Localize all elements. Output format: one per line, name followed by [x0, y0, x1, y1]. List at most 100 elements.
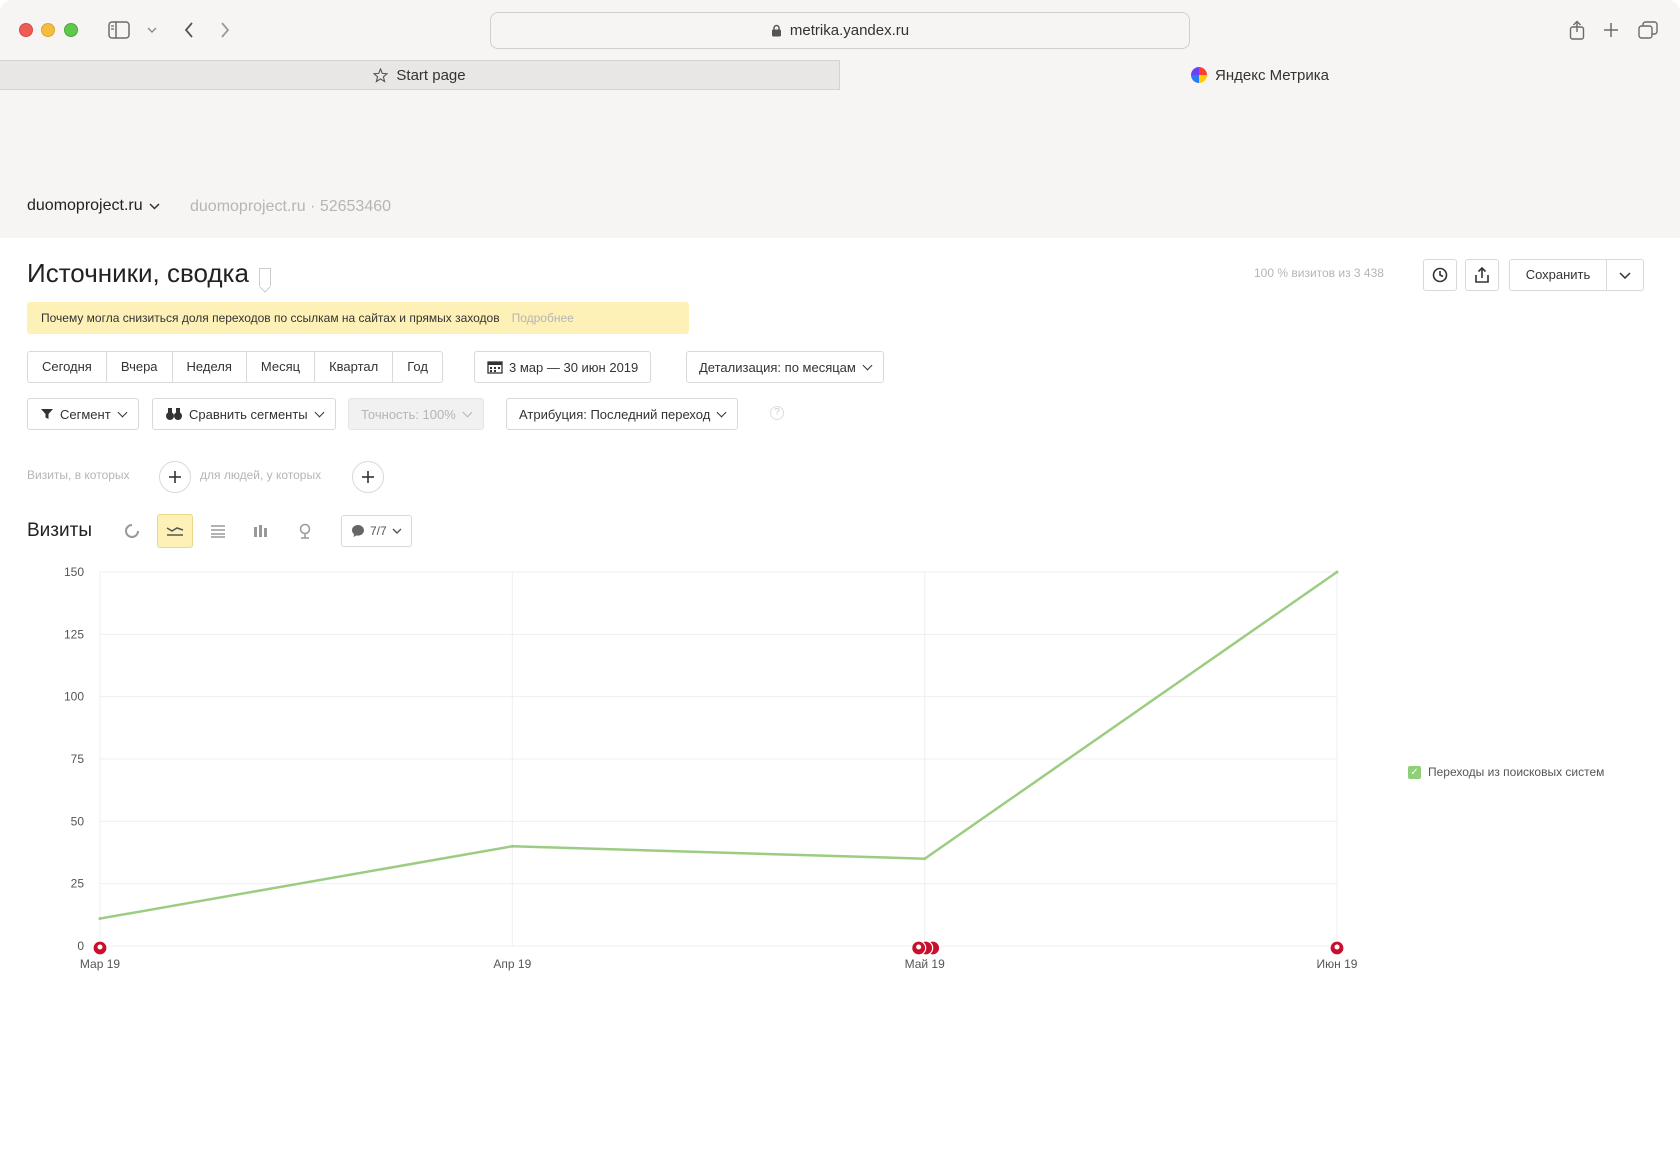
site-header: duomoproject.ru duomoproject.ru · 526534…	[0, 90, 1680, 238]
period-quarter[interactable]: Квартал	[315, 352, 394, 382]
history-button[interactable]	[1423, 259, 1457, 291]
plus-icon	[362, 471, 374, 483]
segment-dropdown[interactable]: Сегмент	[27, 398, 139, 430]
chevron-down-icon[interactable]	[145, 18, 159, 42]
accuracy-text: Точность: 100%	[361, 406, 456, 422]
save-label: Сохранить	[1510, 260, 1607, 290]
attribution-text: Атрибуция: Последний переход	[519, 406, 711, 422]
tab-start-page[interactable]: Start page	[0, 60, 840, 90]
minimize-window-button[interactable]	[41, 23, 55, 37]
period-today[interactable]: Сегодня	[28, 352, 107, 382]
bar-chart-icon	[254, 525, 267, 537]
note-marker-dot	[916, 944, 922, 950]
chart-legend[interactable]: ✓ Переходы из поисковых систем	[1408, 765, 1604, 779]
period-presets: Сегодня Вчера Неделя Месяц Квартал Год	[27, 351, 443, 383]
site-selector[interactable]: duomoproject.ru	[27, 197, 160, 215]
data-point	[923, 857, 927, 861]
period-year[interactable]: Год	[393, 352, 442, 382]
add-people-condition-button[interactable]	[352, 461, 384, 493]
notes-button[interactable]: 7/7	[341, 515, 412, 547]
y-tick-label: 75	[71, 752, 85, 766]
people-condition-label: для людей, у которых	[200, 468, 322, 482]
map-view-button[interactable]	[287, 514, 323, 548]
add-visit-condition-button[interactable]	[159, 461, 191, 493]
compare-icon	[166, 408, 182, 420]
line-chart-view-button[interactable]	[157, 514, 193, 548]
bar-chart-view-button[interactable]	[243, 514, 279, 548]
back-icon[interactable]	[181, 18, 197, 42]
y-tick-label: 150	[64, 565, 84, 579]
new-tab-icon[interactable]	[1600, 18, 1622, 42]
address-text: metrika.yandex.ru	[789, 22, 910, 39]
yandex-metrika-logo-icon	[1191, 67, 1208, 83]
attribution-dropdown[interactable]: Атрибуция: Последний переход	[506, 398, 739, 430]
site-counter: duomoproject.ru · 52653460	[190, 198, 392, 215]
save-options-button[interactable]	[1607, 271, 1643, 279]
help-icon[interactable]: ?	[770, 406, 784, 420]
zoom-window-button[interactable]	[64, 23, 78, 37]
sidebar-toggle-icon[interactable]	[106, 18, 132, 42]
date-range-text: 3 мар — 30 июн 2019	[509, 359, 639, 375]
tab-overview-icon[interactable]	[1636, 18, 1660, 42]
x-tick-label: Мар 19	[80, 957, 120, 971]
clock-icon	[1432, 267, 1448, 283]
pie-chart-view-button[interactable]	[114, 514, 150, 548]
browser-window: metrika.yandex.ru Start page Яндекс Метр…	[0, 0, 1680, 1149]
detail-text: Детализация: по месяцам	[699, 359, 856, 375]
period-week[interactable]: Неделя	[173, 352, 247, 382]
y-tick-label: 100	[64, 690, 84, 704]
chevron-down-icon	[1619, 271, 1631, 279]
share-icon[interactable]	[1566, 18, 1588, 42]
close-window-button[interactable]	[19, 23, 33, 37]
page-title: Источники, сводка	[27, 258, 271, 289]
star-icon	[373, 67, 389, 83]
calendar-icon	[487, 361, 503, 374]
address-bar[interactable]: metrika.yandex.ru	[490, 12, 1190, 49]
chevron-down-icon	[117, 407, 128, 417]
period-month[interactable]: Месяц	[247, 352, 316, 382]
comment-icon	[352, 525, 364, 537]
segment-text: Сегмент	[60, 406, 111, 422]
tab-bar: Start page Яндекс Метрика	[0, 60, 1680, 90]
filter-icon	[41, 409, 53, 419]
y-tick-label: 25	[71, 877, 85, 891]
compare-segments-dropdown[interactable]: Сравнить сегменты	[152, 398, 336, 430]
pie-chart-icon	[125, 523, 140, 538]
data-point	[1335, 570, 1339, 574]
detail-dropdown[interactable]: Детализация: по месяцам	[686, 351, 884, 383]
tab-yandex-metrika[interactable]: Яндекс Метрика	[840, 60, 1680, 90]
visits-condition-label: Визиты, в которых	[27, 468, 130, 482]
y-tick-label: 125	[64, 627, 84, 641]
chevron-down-icon	[149, 202, 160, 210]
lock-icon	[771, 24, 781, 37]
export-button[interactable]	[1465, 259, 1499, 291]
data-point	[98, 917, 102, 921]
bookmark-icon[interactable]	[258, 267, 271, 286]
tab-label: Start page	[396, 66, 466, 84]
stacked-chart-icon	[211, 525, 225, 538]
notice-text: Почему могла снизиться доля переходов по…	[41, 311, 500, 325]
x-tick-label: Апр 19	[493, 957, 531, 971]
date-range-button[interactable]: 3 мар — 30 июн 2019	[474, 351, 652, 383]
map-pin-icon	[299, 523, 311, 539]
area-chart-view-button[interactable]	[200, 514, 236, 548]
notes-count: 7/7	[370, 524, 387, 538]
series-line	[99, 570, 1338, 920]
note-marker-dot	[97, 944, 103, 950]
period-yesterday[interactable]: Вчера	[107, 352, 173, 382]
notice-more-link[interactable]: Подробнее	[512, 311, 574, 325]
note-marker-dot	[1334, 944, 1340, 950]
legend-checkbox-icon[interactable]: ✓	[1408, 765, 1421, 779]
x-tick-label: Май 19	[905, 957, 946, 971]
forward-icon[interactable]	[217, 18, 233, 42]
notice-banner: Почему могла снизиться доля переходов по…	[27, 302, 689, 334]
chevron-down-icon	[314, 407, 325, 417]
chevron-down-icon	[862, 360, 873, 370]
data-point	[510, 844, 514, 848]
accuracy-dropdown: Точность: 100%	[348, 398, 484, 430]
legend-label: Переходы из поисковых систем	[1428, 765, 1605, 779]
save-button[interactable]: Сохранить	[1509, 259, 1644, 291]
plus-icon	[169, 471, 181, 483]
visits-share: 100 % визитов из 3 438	[1254, 266, 1384, 280]
chevron-down-icon	[716, 407, 727, 417]
